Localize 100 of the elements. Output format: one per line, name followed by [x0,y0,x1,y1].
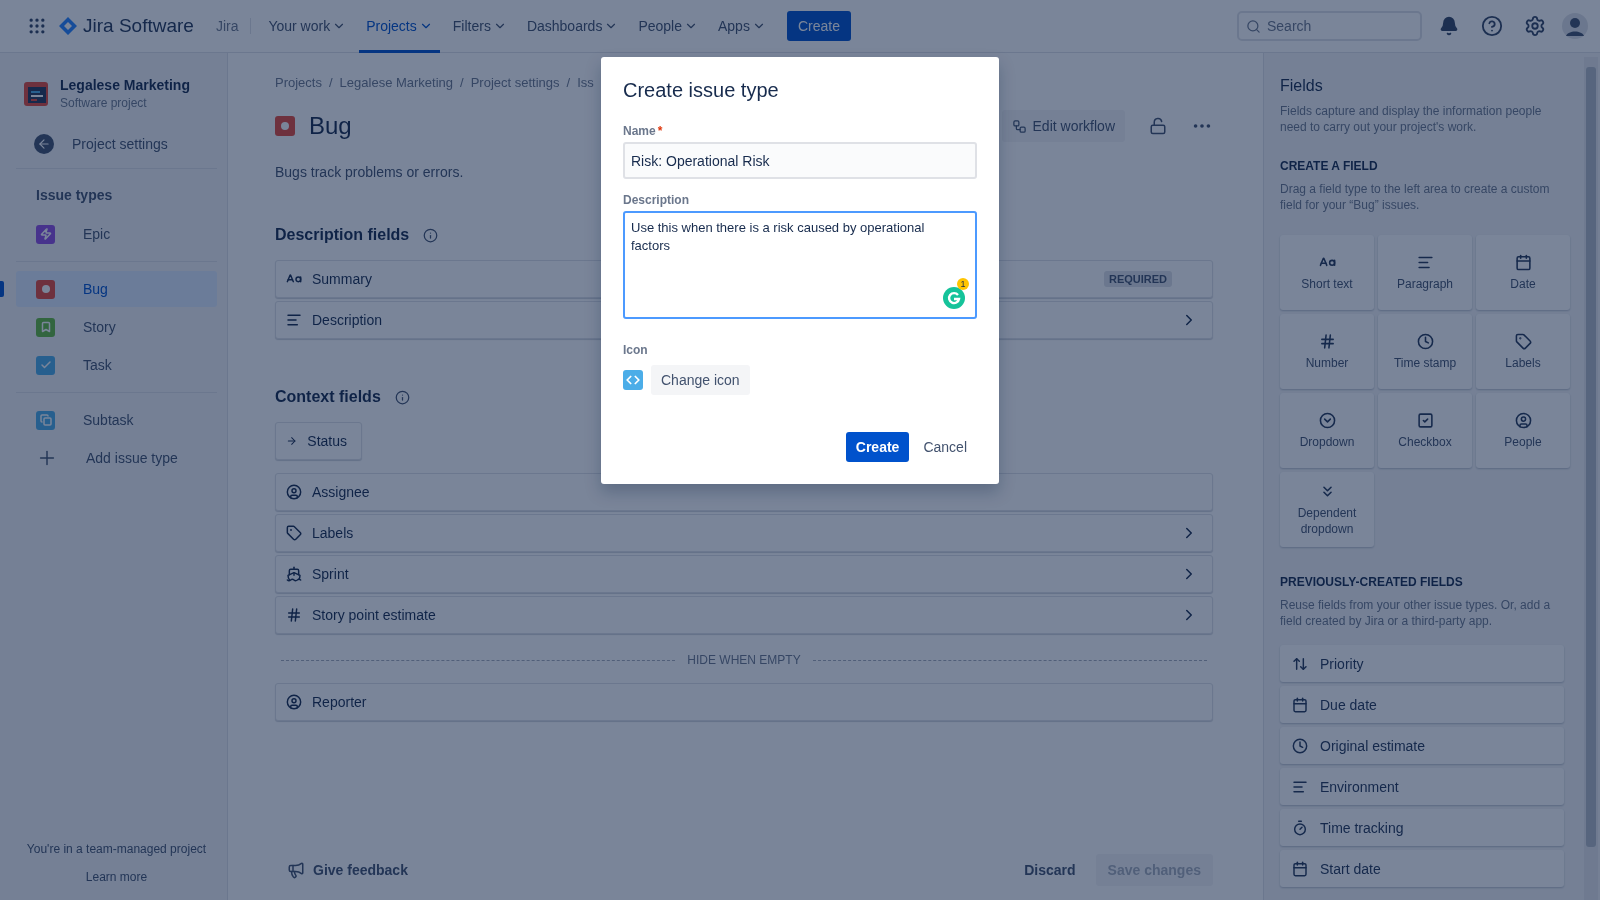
issue-type-item[interactable]: Bug [16,271,217,307]
previous-field-item[interactable]: Original estimate [1280,727,1564,764]
breadcrumb-link[interactable]: Legalese Marketing [339,75,454,90]
suggestion-count: 1 [957,278,969,290]
app-grid-icon[interactable] [27,16,47,36]
breadcrumb-link[interactable]: Iss [577,75,594,90]
field-type-tile[interactable]: Labels [1476,314,1570,389]
previous-field-item[interactable]: Due date [1280,686,1564,723]
project-type: Software project [60,96,148,110]
help-icon[interactable] [1481,15,1503,37]
field-type-tile[interactable]: Short text [1280,235,1374,310]
section-heading: Issue types [35,186,114,205]
field-row[interactable]: Reporter [275,683,1213,721]
field-label: Sprint [312,566,349,582]
story-type-icon [36,317,55,337]
issue-type-item[interactable]: Subtask [16,402,217,438]
field-type-tile[interactable]: Time stamp [1378,314,1472,389]
issue-type-item[interactable]: Task [16,347,217,383]
icon-label: Icon [623,343,649,357]
avatar[interactable] [1562,13,1588,39]
grammarly-icon[interactable] [943,287,965,309]
person-icon [286,484,302,500]
panel-hint: Drag a field type to the left area to create a custom field for your “Bug” issues. [1280,181,1551,213]
create-button[interactable]: Create [845,432,910,462]
discard-button[interactable]: Discard [1012,856,1088,884]
bell-icon[interactable] [1439,16,1459,36]
checkbox-icon [1416,411,1434,429]
page-title: Bug [309,112,352,140]
task-type-icon [36,355,55,375]
hide-when-empty-label: HIDE WHEN EMPTY [687,653,801,667]
add-issue-type-button[interactable]: Add issue type [16,440,217,476]
field-type-tile[interactable]: Checkbox [1378,393,1472,468]
field-label: Description [312,312,383,328]
scrollbar[interactable] [1584,57,1598,900]
field-row[interactable]: Labels [275,514,1213,552]
epic-type-icon [36,224,55,244]
field-row[interactable]: Story point estimate [275,596,1213,634]
description-field[interactable]: Use this when there is a risk caused by operational factors 1 [623,211,977,319]
create-button[interactable]: Create [786,11,851,41]
diamond-logo-icon [59,17,77,35]
panel-heading: CREATE A FIELD [1280,159,1379,173]
field-type-tile[interactable]: Number [1280,314,1374,389]
workflow-icon [1011,118,1027,134]
field-label: Reporter [312,694,367,710]
subtask-type-icon [36,410,55,430]
dialog-title: Create issue type [623,79,780,102]
person-icon [286,694,302,710]
bug-type-icon [275,116,295,136]
field-type-tile[interactable]: Dependent dropdown [1280,472,1374,547]
learn-more-link[interactable]: Learn more [85,870,148,884]
change-icon-button[interactable]: Change icon [651,365,750,395]
name-field[interactable]: Risk: Operational Risk [623,142,977,179]
nav-menu[interactable]: Projects [359,0,440,53]
tag-icon [1514,332,1532,350]
issue-type-item[interactable]: Story [16,309,217,345]
edit-workflow-button[interactable]: Edit workflow [1001,110,1125,142]
field-label: Story point estimate [312,607,436,623]
field-type-tile[interactable]: Dropdown [1280,393,1374,468]
field-type-tile[interactable]: Paragraph [1378,235,1472,310]
breadcrumb-separator: / [328,75,333,90]
cancel-button[interactable]: Cancel [913,432,977,462]
breadcrumb-link[interactable]: Project settings [470,75,560,90]
issue-type-description: Bugs track problems or errors. [275,164,465,180]
section-title: Description fields [275,226,410,244]
stopwatch-icon [1292,819,1308,836]
code-icon [623,370,643,390]
previous-field-item[interactable]: Start date [1280,850,1564,887]
number-icon [286,607,302,623]
panel-hint: Reuse fields from your other issue types. Or, add a field created by Jira or a third-party app. [1280,597,1552,629]
field-type-tile[interactable]: People [1476,393,1570,468]
previous-field-item[interactable]: Environment [1280,768,1564,805]
issue-type-item[interactable]: Epic [16,216,217,252]
nav-menu[interactable]: Apps [711,0,773,53]
required-badge: REQUIRED [1103,271,1172,287]
nav-menu[interactable]: Dashboards [519,0,626,53]
settings-icon[interactable] [1524,15,1546,37]
product-label: Jira [215,18,252,34]
project-icon [24,81,48,106]
field-label: Summary [312,271,372,287]
nav-menu[interactable]: Filters [445,0,514,53]
clock-icon [1416,332,1434,350]
previous-field-item[interactable]: Priority [1280,645,1564,682]
field-row[interactable]: Sprint [275,555,1213,593]
info-icon[interactable] [394,389,410,405]
back-link[interactable]: Project settings [16,128,217,160]
required-mark: * [657,124,663,138]
breadcrumb-separator: / [566,75,571,90]
calendar-icon [1514,253,1532,271]
nav-menu[interactable]: Your work [261,0,354,53]
panel-heading: PREVIOUSLY-CREATED FIELDS [1280,575,1464,589]
field-row[interactable]: Status [275,422,362,460]
breadcrumb-link[interactable]: Projects [275,75,322,90]
info-icon[interactable] [423,227,439,243]
field-type-tile[interactable]: Date [1476,235,1570,310]
unlock-icon[interactable] [1149,117,1167,135]
nav-menu[interactable]: People [631,0,705,53]
search-field[interactable]: Search [1237,11,1422,41]
previous-field-item[interactable]: Time tracking [1280,809,1564,846]
give-feedback-button[interactable]: Give feedback [275,855,420,885]
dropdown-icon [1318,411,1336,429]
